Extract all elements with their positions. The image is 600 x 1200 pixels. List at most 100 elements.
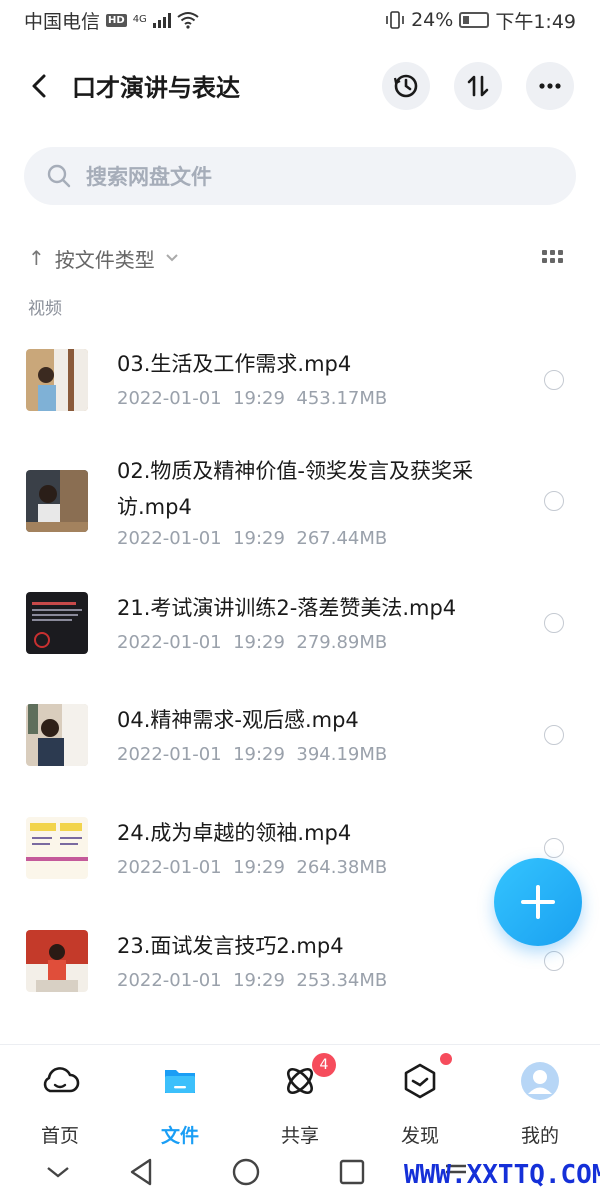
add-button[interactable] [494,858,582,946]
file-time: 19:29 [233,857,285,878]
file-size: 264.38MB [296,857,388,878]
file-meta: 2022-01-01 19:29 279.89MB [117,632,387,653]
file-date: 2022-01-01 [117,744,222,765]
file-item[interactable]: 02.物质及精神价值-领奖发言及获奖采访.mp4 2022-01-01 19:2… [0,450,600,560]
hd-badge: HD [106,13,127,27]
file-item[interactable]: 04.精神需求-观后感.mp4 2022-01-01 19:29 394.19M… [0,702,600,802]
status-right: 24% 下午1:49 [385,7,576,34]
file-date: 2022-01-01 [117,388,222,409]
nav-discover[interactable]: 发现 [360,1053,480,1147]
select-radio[interactable] [544,491,564,511]
file-time: 19:29 [233,970,285,991]
nav-label: 首页 [40,1125,79,1147]
file-meta: 2022-01-01 19:29 394.19MB [117,744,387,765]
nav-profile[interactable]: 我的 [480,1057,600,1147]
bottom-nav: 首页 文件 4 共享 发现 我的 [0,1044,600,1147]
file-date: 2022-01-01 [117,857,222,878]
battery-percent: 24% [411,9,454,31]
file-item[interactable]: 21.考试演讲训练2-落差赞美法.mp4 2022-01-01 19:29 27… [0,590,600,690]
file-time: 19:29 [233,388,285,409]
vibrate-icon [386,11,404,29]
sort-direction-icon[interactable]: ↑ [28,246,45,270]
history-icon [393,74,418,98]
file-name: 23.面试发言技巧2.mp4 [117,934,344,958]
file-name: 02.物质及精神价值-领奖发言及获奖采访.mp4 [117,459,473,519]
video-thumbnail [26,930,88,992]
file-name: 24.成为卓越的领袖.mp4 [117,821,352,845]
file-size: 279.89MB [296,632,388,653]
nav-home[interactable]: 首页 [0,1057,120,1147]
more-button[interactable] [526,62,574,110]
sort-button[interactable] [454,62,502,110]
file-name: 03.生活及工作需求.mp4 [117,352,352,376]
file-date: 2022-01-01 [117,528,222,549]
cloud-icon [43,1067,80,1093]
signal-icon [152,12,171,28]
file-item[interactable]: 23.面试发言技巧2.mp4 2022-01-01 19:29 253.34MB [0,928,600,1028]
file-size: 394.19MB [296,744,388,765]
nav-label: 发现 [400,1125,439,1147]
history-button[interactable] [382,62,430,110]
sort-row: ↑ 按文件类型 [28,240,574,276]
file-meta: 2022-01-01 19:29 267.44MB [117,528,387,549]
file-time: 19:29 [233,528,285,549]
file-time: 19:29 [233,632,285,653]
watermark: WWW.XXTTQ.COM [404,1160,600,1190]
page-title: 口才演讲与表达 [72,74,240,102]
nav-files[interactable]: 文件 [120,1057,240,1147]
file-meta: 2022-01-01 19:29 264.38MB [117,857,387,878]
folder-icon [165,1070,195,1093]
sort-icon [467,75,489,97]
file-size: 267.44MB [296,528,388,549]
select-radio[interactable] [544,370,564,390]
more-icon [539,83,561,89]
file-time: 19:29 [233,744,285,765]
section-label: 视频 [28,299,62,319]
status-left: 中国电信 HD 4G [24,7,199,34]
search-bar[interactable]: 搜索网盘文件 [24,147,576,205]
video-thumbnail [26,349,88,411]
wifi-icon [177,12,199,29]
sort-type-label[interactable]: 按文件类型 [55,244,155,273]
home-nav-icon[interactable] [228,1154,264,1190]
back-nav-icon[interactable] [124,1154,160,1190]
back-icon[interactable] [26,70,54,102]
file-date: 2022-01-01 [117,632,222,653]
search-placeholder: 搜索网盘文件 [86,165,212,189]
file-item[interactable]: 03.生活及工作需求.mp4 2022-01-01 19:29 453.17MB [0,330,600,440]
video-thumbnail [26,470,88,532]
file-size: 253.34MB [296,970,388,991]
header: 口才演讲与表达 [0,56,600,116]
file-name: 04.精神需求-观后感.mp4 [117,708,359,732]
select-radio[interactable] [544,613,564,633]
video-thumbnail [26,704,88,766]
search-icon [47,164,71,188]
collapse-icon[interactable] [40,1154,76,1190]
nav-share[interactable]: 4 共享 [240,1053,360,1147]
grid-view-icon[interactable] [542,250,564,266]
file-date: 2022-01-01 [117,970,222,991]
select-radio[interactable] [544,951,564,971]
nav-label: 我的 [520,1125,559,1147]
battery-icon [459,12,490,28]
nav-label: 共享 [280,1125,319,1147]
carrier-label: 中国电信 [24,10,101,33]
video-thumbnail [26,817,88,879]
select-radio[interactable] [544,725,564,745]
chevron-down-icon[interactable] [165,253,179,263]
file-name: 21.考试演讲训练2-落差赞美法.mp4 [117,596,457,620]
network-type: 4G [132,14,147,25]
clock: 下午1:49 [495,10,576,33]
file-size: 453.17MB [296,388,388,409]
avatar-icon [521,1062,559,1100]
nav-label: 文件 [160,1125,199,1147]
plus-icon [521,885,555,919]
notification-dot [440,1053,452,1065]
status-bar: 中国电信 HD 4G 24% 下午1:49 [0,0,600,40]
recents-nav-icon[interactable] [334,1154,370,1190]
select-radio[interactable] [544,838,564,858]
video-thumbnail [26,592,88,654]
file-meta: 2022-01-01 19:29 453.17MB [117,388,387,409]
notification-badge: 4 [312,1053,336,1077]
cube-icon [404,1063,436,1099]
